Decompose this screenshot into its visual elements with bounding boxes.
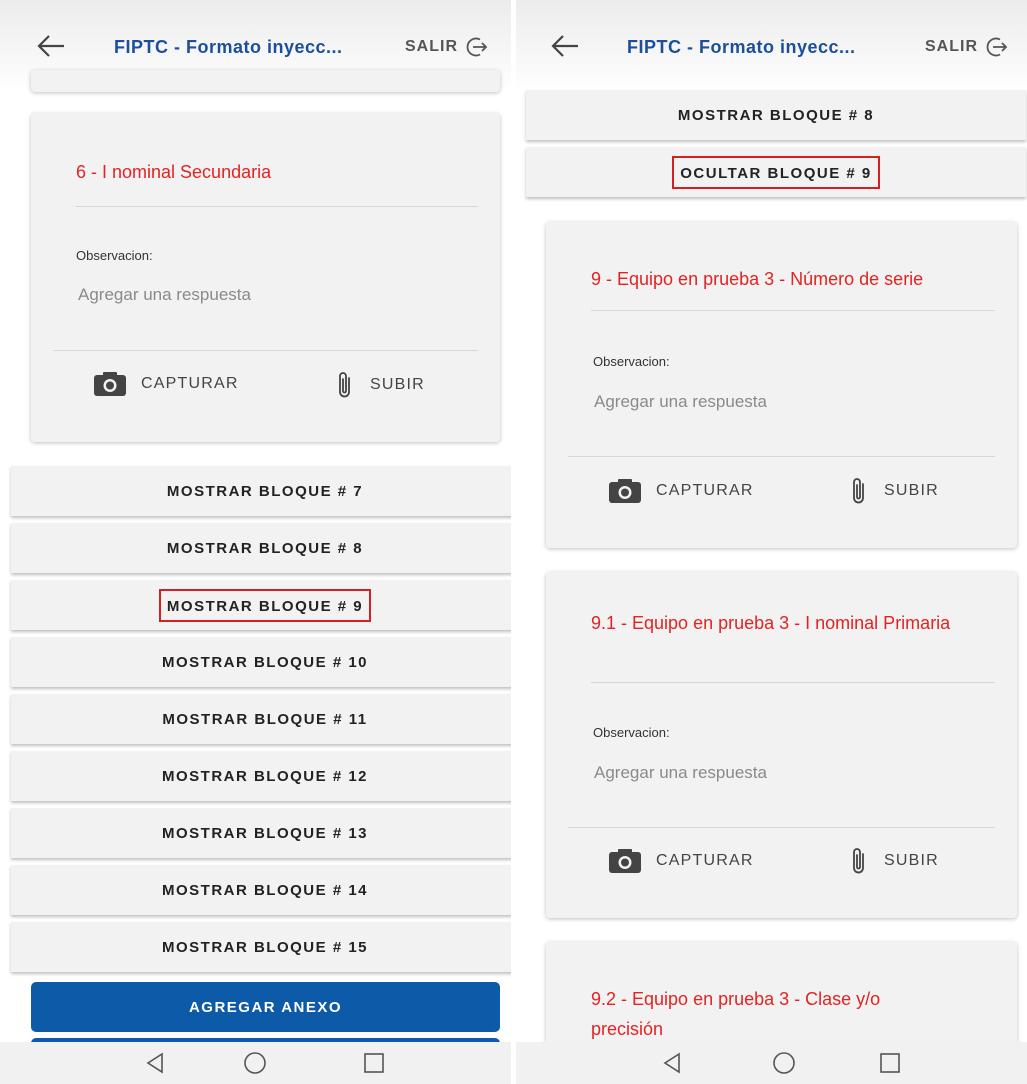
- observation-label: Observacion:: [76, 248, 153, 263]
- camera-icon: [609, 479, 641, 503]
- triangle-back-icon[interactable]: [660, 1051, 684, 1075]
- circle-home-icon[interactable]: [243, 1051, 267, 1075]
- divider: [591, 310, 995, 311]
- capture-label: CAPTURAR: [141, 375, 239, 392]
- block-label: MOSTRAR BLOQUE # 7: [166, 482, 364, 500]
- logout-icon: [466, 37, 488, 57]
- question-title: 9 - Equipo en prueba 3 - Número de serie: [591, 269, 924, 289]
- answer-input[interactable]: [594, 763, 914, 783]
- block-label: MOSTRAR BLOQUE # 15: [161, 938, 369, 956]
- block-label: MOSTRAR BLOQUE # 10: [161, 653, 369, 671]
- block-label: MOSTRAR BLOQUE # 12: [161, 767, 369, 785]
- system-nav-bar: [516, 1042, 1027, 1084]
- capture-button[interactable]: CAPTURAR: [608, 848, 754, 874]
- show-block-8-button[interactable]: MOSTRAR BLOQUE # 8: [526, 90, 1026, 140]
- divider: [568, 827, 995, 828]
- block-label: MOSTRAR BLOQUE # 11: [162, 710, 368, 728]
- question-card: 9.1 - Equipo en prueba 3 - I nominal Pri…: [546, 572, 1017, 918]
- divider: [568, 456, 995, 457]
- add-annex-button[interactable]: AGREGAR ANEXO: [31, 982, 500, 1032]
- upload-button[interactable]: SUBIR: [848, 476, 939, 506]
- block-label: MOSTRAR BLOQUE # 8: [166, 539, 364, 557]
- capture-label: CAPTURAR: [656, 482, 754, 499]
- show-block-14-button[interactable]: MOSTRAR BLOQUE # 14: [11, 865, 511, 915]
- show-block-11-button[interactable]: MOSTRAR BLOQUE # 11: [11, 694, 511, 744]
- answer-input[interactable]: [594, 392, 914, 412]
- right-screen: FIPTC - Formato inyecc... SALIR MOSTRAR …: [516, 0, 1027, 1084]
- divider: [591, 682, 995, 683]
- show-block-8-button[interactable]: MOSTRAR BLOQUE # 8: [11, 523, 511, 573]
- observation-label: Observacion:: [593, 725, 670, 740]
- show-block-10-button[interactable]: MOSTRAR BLOQUE # 10: [11, 637, 511, 687]
- left-screen: FIPTC - Formato inyecc... SALIR 6 - I no…: [0, 0, 511, 1084]
- exit-button[interactable]: SALIR: [405, 36, 488, 58]
- triangle-back-icon[interactable]: [143, 1051, 167, 1075]
- upload-label: SUBIR: [884, 852, 939, 869]
- upload-button[interactable]: SUBIR: [848, 846, 939, 876]
- exit-button[interactable]: SALIR: [925, 36, 1008, 58]
- paperclip-icon: [853, 848, 864, 874]
- divider: [53, 350, 478, 351]
- previous-question-card: [31, 70, 500, 92]
- show-block-12-button[interactable]: MOSTRAR BLOQUE # 12: [11, 751, 511, 801]
- observation-label: Observacion:: [593, 354, 670, 369]
- exit-label: SALIR: [925, 38, 978, 55]
- block-label: MOSTRAR BLOQUE # 13: [161, 824, 369, 842]
- show-block-9-button[interactable]: MOSTRAR BLOQUE # 9: [11, 580, 511, 630]
- top-app-bar: FIPTC - Formato inyecc... SALIR: [516, 0, 1027, 92]
- logout-icon: [986, 37, 1008, 57]
- question-title: 6 - I nominal Secundaria: [76, 162, 272, 182]
- show-block-13-button[interactable]: MOSTRAR BLOQUE # 13: [11, 808, 511, 858]
- hide-block-9-button[interactable]: OCULTAR BLOQUE # 9: [526, 147, 1026, 197]
- paperclip-icon: [339, 372, 350, 398]
- circle-home-icon[interactable]: [772, 1051, 796, 1075]
- upload-label: SUBIR: [884, 482, 939, 499]
- upload-button[interactable]: SUBIR: [334, 370, 425, 400]
- capture-button[interactable]: CAPTURAR: [93, 371, 239, 397]
- system-nav-bar: [0, 1042, 511, 1084]
- divider: [76, 206, 478, 207]
- camera-icon: [609, 849, 641, 873]
- exit-label: SALIR: [405, 38, 458, 55]
- question-card: 9 - Equipo en prueba 3 - Número de serie…: [546, 222, 1017, 548]
- block-label: MOSTRAR BLOQUE # 14: [161, 881, 369, 899]
- square-recent-icon[interactable]: [362, 1051, 386, 1075]
- page-title: FIPTC - Formato inyecc...: [114, 37, 343, 57]
- answer-input[interactable]: [78, 285, 398, 305]
- arrow-left-icon[interactable]: [550, 33, 580, 59]
- capture-button[interactable]: CAPTURAR: [608, 478, 754, 504]
- camera-icon: [94, 372, 126, 396]
- block-label: MOSTRAR BLOQUE # 8: [677, 106, 875, 124]
- square-recent-icon[interactable]: [878, 1051, 902, 1075]
- arrow-left-icon[interactable]: [36, 33, 66, 59]
- upload-label: SUBIR: [370, 376, 425, 393]
- question-title: 9.1 - Equipo en prueba 3 - I nominal Pri…: [591, 613, 951, 633]
- add-annex-label: AGREGAR ANEXO: [188, 998, 343, 1016]
- question-title: 9.2 - Equipo en prueba 3 - Clase y/o pre…: [591, 989, 881, 1039]
- block-label-highlighted: OCULTAR BLOQUE # 9: [672, 155, 880, 189]
- show-block-7-button[interactable]: MOSTRAR BLOQUE # 7: [11, 466, 511, 516]
- block-label-highlighted: MOSTRAR BLOQUE # 9: [158, 588, 372, 622]
- question-card: 6 - I nominal Secundaria Observacion: CA…: [31, 113, 500, 442]
- capture-label: CAPTURAR: [656, 852, 754, 869]
- page-title: FIPTC - Formato inyecc...: [627, 37, 856, 57]
- show-block-15-button[interactable]: MOSTRAR BLOQUE # 15: [11, 922, 511, 972]
- paperclip-icon: [853, 478, 864, 504]
